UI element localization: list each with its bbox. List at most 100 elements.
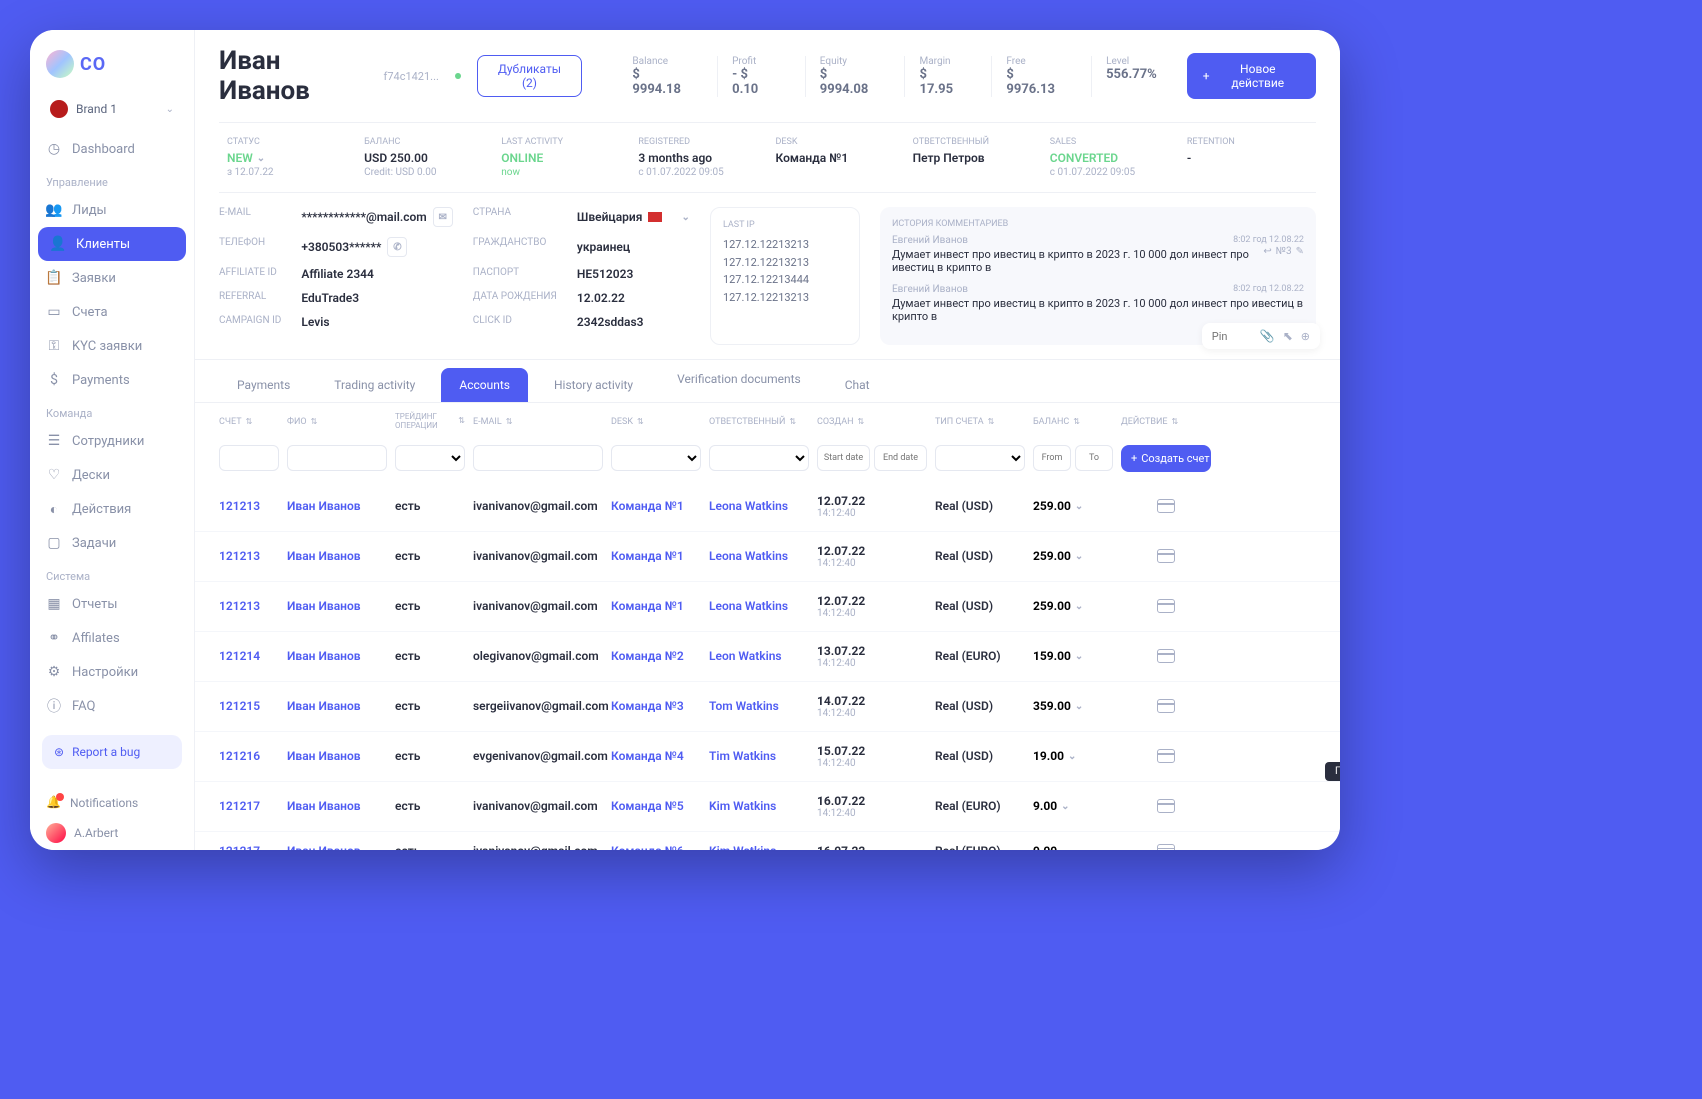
card-action-icon[interactable] (1157, 699, 1175, 713)
nav-kyc[interactable]: ⚿KYC заявки (30, 329, 194, 363)
tab-accounts[interactable]: Accounts (441, 368, 528, 402)
tab-history[interactable]: History activity (536, 368, 651, 402)
tab-trading[interactable]: Trading activity (316, 368, 433, 402)
email-icon[interactable]: ✉ (433, 207, 453, 227)
nav-clients[interactable]: 👤Клиенты (38, 227, 186, 261)
desk-link[interactable]: Команда №3 (611, 699, 701, 713)
name-link[interactable]: Иван Иванов (287, 844, 387, 850)
balance-cell[interactable]: 359.00 ⌄ (1033, 699, 1113, 713)
account-link[interactable]: 121217 (219, 844, 279, 850)
resp-link[interactable]: Tom Watkins (709, 699, 809, 713)
duplicates-button[interactable]: Дубликаты (2) (477, 55, 583, 97)
filter-end-date[interactable] (874, 445, 927, 471)
th-action[interactable]: ДЕЙСТВИЕ⇅ (1121, 417, 1211, 427)
account-link[interactable]: 121214 (219, 649, 279, 663)
nav-settings[interactable]: ⚙Настройки (30, 655, 194, 689)
create-account-button[interactable]: +Создать счет (1121, 445, 1211, 472)
filter-desk[interactable] (611, 445, 701, 471)
name-link[interactable]: Иван Иванов (287, 649, 387, 663)
chevron-down-icon[interactable]: ⌄ (682, 212, 690, 223)
nav-desks[interactable]: ♡Дески (30, 458, 194, 492)
desk-link[interactable]: Команда №5 (611, 799, 701, 813)
balance-cell[interactable]: 259.00 ⌄ (1033, 599, 1113, 613)
card-action-icon[interactable] (1157, 844, 1175, 850)
filter-name[interactable] (287, 445, 387, 471)
resp-link[interactable]: Leona Watkins (709, 549, 809, 563)
desk-link[interactable]: Команда №1 (611, 549, 701, 563)
account-link[interactable]: 121213 (219, 549, 279, 563)
account-link[interactable]: 121216 (219, 749, 279, 763)
pin-input[interactable] (1212, 330, 1252, 343)
name-link[interactable]: Иван Иванов (287, 699, 387, 713)
th-account[interactable]: СЧЕТ⇅ (219, 417, 279, 427)
th-trading[interactable]: ТРЕЙДИНГ ОПЕРАЦИИ⇅ (395, 413, 465, 431)
nav-leads[interactable]: 👥Лиды (30, 193, 194, 227)
tab-verification[interactable]: Verification documents (659, 368, 819, 402)
filter-trading[interactable] (395, 445, 465, 471)
resp-link[interactable]: Leona Watkins (709, 499, 809, 513)
nav-faq[interactable]: ⓘFAQ (30, 689, 194, 723)
nav-payments[interactable]: $Payments (30, 363, 194, 397)
resp-link[interactable]: Tim Watkins (709, 749, 809, 763)
resp-link[interactable]: Kim Watkins (709, 844, 809, 850)
filter-balance-from[interactable] (1033, 445, 1071, 471)
notifications-link[interactable]: 🔔 Notifications (46, 789, 178, 817)
new-action-button[interactable]: +Новое действие (1187, 53, 1316, 99)
account-link[interactable]: 121213 (219, 499, 279, 513)
tab-chat[interactable]: Chat (827, 368, 888, 402)
nav-staff[interactable]: ☰Сотрудники (30, 424, 194, 458)
filter-balance-to[interactable] (1075, 445, 1113, 471)
account-link[interactable]: 121217 (219, 799, 279, 813)
filter-type[interactable] (935, 445, 1025, 471)
account-link[interactable]: 121213 (219, 599, 279, 613)
account-link[interactable]: 121215 (219, 699, 279, 713)
card-action-icon[interactable] (1157, 549, 1175, 563)
nav-affiliates[interactable]: ⚭Affilates (30, 621, 194, 655)
status-value[interactable]: NEW⌄ (227, 151, 348, 165)
nav-tasks[interactable]: ▢Задачи (30, 526, 194, 560)
th-type[interactable]: ТИП СЧЕТА⇅ (935, 417, 1025, 427)
brand-selector[interactable]: Brand 1 ⌄ (42, 94, 182, 124)
balance-cell[interactable]: 159.00 ⌄ (1033, 649, 1113, 663)
tab-payments[interactable]: Payments (219, 368, 308, 402)
filter-email[interactable] (473, 445, 603, 471)
balance-cell[interactable]: 259.00 ⌄ (1033, 549, 1113, 563)
name-link[interactable]: Иван Иванов (287, 599, 387, 613)
desk-link[interactable]: Команда №1 (611, 499, 701, 513)
balance-cell[interactable]: 259.00 ⌄ (1033, 499, 1113, 513)
resp-link[interactable]: Kim Watkins (709, 799, 809, 813)
desk-link[interactable]: Команда №2 (611, 649, 701, 663)
name-link[interactable]: Иван Иванов (287, 549, 387, 563)
th-name[interactable]: ФИО⇅ (287, 417, 387, 427)
phone-icon[interactable]: ✆ (387, 237, 407, 257)
balance-cell[interactable]: 19.00 ⌄ (1033, 749, 1113, 763)
name-link[interactable]: Иван Иванов (287, 749, 387, 763)
card-action-icon[interactable] (1157, 599, 1175, 613)
nav-accounts[interactable]: ▭Счета (30, 295, 194, 329)
card-action-icon[interactable] (1157, 799, 1175, 813)
filter-start-date[interactable] (817, 445, 870, 471)
desk-link[interactable]: Команда №1 (611, 599, 701, 613)
th-desk[interactable]: DESK⇅ (611, 417, 701, 427)
nav-actions[interactable]: ◐Действия (30, 492, 194, 526)
attach-icon[interactable]: 📎 (1260, 329, 1275, 343)
target-icon[interactable]: ⊕ (1301, 330, 1310, 343)
card-action-icon[interactable] (1157, 749, 1175, 763)
balance-cell[interactable]: 9.00 ⌄ (1033, 844, 1113, 850)
resp-link[interactable]: Leon Watkins (709, 649, 809, 663)
name-link[interactable]: Иван Иванов (287, 799, 387, 813)
nav-requests[interactable]: 📋Заявки (30, 261, 194, 295)
desk-link[interactable]: Команда №4 (611, 749, 701, 763)
th-created[interactable]: СОЗДАН⇅ (817, 417, 927, 427)
name-link[interactable]: Иван Иванов (287, 499, 387, 513)
desk-link[interactable]: Команда №6 (611, 844, 701, 850)
nav-dashboard[interactable]: ◷Dashboard (30, 132, 194, 166)
resp-link[interactable]: Leona Watkins (709, 599, 809, 613)
report-bug-button[interactable]: ⊛Report a bug (42, 735, 182, 769)
th-resp[interactable]: ОТВЕТСТВЕННЫЙ⇅ (709, 417, 809, 427)
edit-icon[interactable]: ✎ (1296, 246, 1304, 257)
th-email[interactable]: E-MAIL⇅ (473, 417, 603, 427)
filter-account[interactable] (219, 445, 279, 471)
balance-cell[interactable]: 9.00 ⌄ (1033, 799, 1113, 813)
current-user[interactable]: A.Arbert (46, 817, 178, 849)
